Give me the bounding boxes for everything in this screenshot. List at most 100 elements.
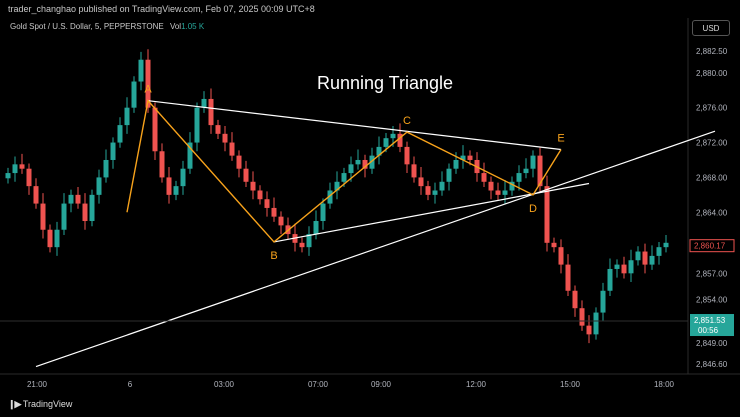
candle-body xyxy=(33,186,39,204)
candle-body xyxy=(635,251,641,261)
vol-value: 1.05 K xyxy=(181,22,205,31)
symbol-legend: Gold Spot / U.S. Dollar, 5, PEPPERSTONE … xyxy=(10,22,204,31)
y-tick-label: 2,854.00 xyxy=(696,295,728,304)
y-tick-label: 2,857.00 xyxy=(696,269,728,278)
y-tick-label: 2,868.00 xyxy=(696,173,728,182)
price-chart[interactable]: A B C D E Running Triangle 2,882.50 2,880.00 2,8… xyxy=(0,0,740,417)
y-tick-label: 2,864.00 xyxy=(696,208,728,217)
candle-body xyxy=(152,107,158,152)
last-price-label: 2,860.17 xyxy=(694,242,726,251)
candle-body xyxy=(439,181,445,191)
wave-label-B: B xyxy=(270,250,277,262)
wave-label-D: D xyxy=(529,203,537,215)
candle-body xyxy=(481,173,487,182)
y-tick-label: 2,880.00 xyxy=(696,69,728,78)
candle-body xyxy=(320,203,326,222)
candle-body xyxy=(103,159,109,178)
brand-name: TradingView xyxy=(22,399,73,409)
candle-body xyxy=(607,268,613,291)
current-price-label: 2,851.53 xyxy=(694,316,726,325)
wave-label-A: A xyxy=(144,84,152,96)
candle-body xyxy=(194,107,200,143)
candle-body xyxy=(453,159,459,169)
candle-body xyxy=(250,181,256,191)
candle-body xyxy=(432,190,438,195)
candle-body xyxy=(173,186,179,195)
candle-body xyxy=(82,203,88,222)
wave-label-C: C xyxy=(403,115,411,127)
candle-body xyxy=(180,168,186,187)
candle-body xyxy=(40,203,46,230)
candle-body xyxy=(257,190,263,200)
countdown-label: 00:56 xyxy=(698,326,719,335)
candle-body xyxy=(110,142,116,160)
candle-body xyxy=(166,177,172,195)
candle-body xyxy=(68,194,74,204)
x-tick-label: 07:00 xyxy=(308,380,329,389)
x-tick-label: 21:00 xyxy=(27,380,48,389)
candle-body xyxy=(593,312,599,335)
symbol-title: Gold Spot / U.S. Dollar, 5, PEPPERSTONE xyxy=(10,22,164,31)
candle-body xyxy=(348,164,354,174)
trend-line-2 xyxy=(35,130,716,368)
candle-body xyxy=(313,221,319,235)
candle-body xyxy=(516,173,522,182)
candle-body xyxy=(628,260,634,274)
candle-body xyxy=(614,264,620,269)
candle-body xyxy=(236,155,242,169)
candle-body xyxy=(201,98,207,108)
candle-body xyxy=(61,203,67,230)
candle-body xyxy=(47,229,53,248)
candle-body xyxy=(425,186,431,195)
candle-body xyxy=(446,168,452,182)
candle-body xyxy=(138,59,144,82)
candle-body xyxy=(341,173,347,182)
wave-label-E: E xyxy=(557,133,564,145)
x-tick-label: 03:00 xyxy=(214,380,235,389)
x-tick-label: 15:00 xyxy=(560,380,581,389)
brand-footer[interactable]: ❙▶ TradingView xyxy=(8,399,72,410)
x-tick-label: 09:00 xyxy=(371,380,392,389)
candle-body xyxy=(131,81,137,108)
candle-body xyxy=(215,125,221,134)
candle-body xyxy=(558,247,564,265)
candle-body xyxy=(243,168,249,182)
vol-label: Vol xyxy=(169,22,182,31)
candle-body xyxy=(579,308,585,326)
y-tick-label: 2,846.60 xyxy=(696,360,728,369)
candle-body xyxy=(544,186,550,243)
candle-body xyxy=(5,173,11,179)
candle-body xyxy=(222,133,228,143)
candle-body xyxy=(299,242,305,248)
y-tick-label: 2,876.00 xyxy=(696,104,728,113)
chart-title: Running Triangle xyxy=(317,73,453,93)
candle-body xyxy=(271,207,277,217)
candle-body xyxy=(26,168,32,187)
candle-body xyxy=(411,164,417,178)
x-tick-label: 18:00 xyxy=(654,380,675,389)
candle-body xyxy=(488,181,494,191)
candle-body xyxy=(159,151,165,178)
candle-body xyxy=(264,199,270,208)
candle-body xyxy=(586,325,592,335)
y-tick-label: 2,849.00 xyxy=(696,339,728,348)
candle-body xyxy=(663,242,669,248)
y-tick-label: 2,882.50 xyxy=(696,47,728,56)
tradingview-logo-icon: ❙▶ xyxy=(8,399,22,409)
candle-body xyxy=(124,107,130,126)
candle-body xyxy=(89,194,95,222)
candle-body xyxy=(117,125,123,143)
x-tick-label: 12:00 xyxy=(466,380,487,389)
currency-button[interactable]: USD xyxy=(692,20,730,36)
candle-body xyxy=(418,177,424,187)
y-tick-label: 2,872.00 xyxy=(696,139,728,148)
candle-body xyxy=(502,190,508,195)
candle-body xyxy=(390,133,396,139)
candle-body xyxy=(208,98,214,126)
candle-body xyxy=(565,264,571,291)
chart-frame: trader_changhao published on TradingView… xyxy=(0,0,740,417)
candle-body xyxy=(96,177,102,195)
candle-body xyxy=(54,229,60,248)
candle-body xyxy=(404,146,410,165)
candle-body xyxy=(495,190,501,195)
